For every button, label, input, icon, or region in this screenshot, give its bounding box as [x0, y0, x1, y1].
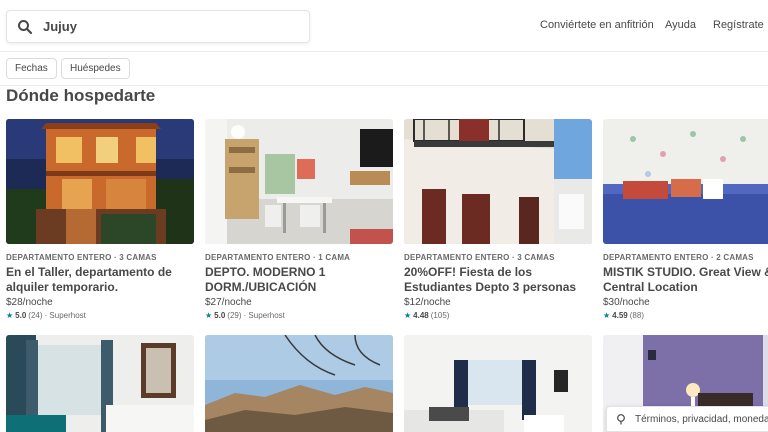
search-icon	[17, 19, 33, 35]
star-icon: ★	[205, 311, 213, 320]
nav-help[interactable]: Ayuda	[665, 19, 696, 31]
listing-card[interactable]: DEPARTAMENTO ENTERO · 3 CAMAS 20%OFF! Fi…	[404, 119, 592, 320]
listing-photo[interactable]	[6, 335, 194, 432]
nav-register[interactable]: Regístrate	[713, 19, 764, 31]
listing-title[interactable]: DEPTO. MODERNO 1 DORM./UBICACIÓN FANTÁST…	[205, 265, 393, 295]
search-input[interactable]: Jujuy	[43, 19, 77, 34]
listing-price: $27/noche	[205, 297, 252, 308]
listing-card[interactable]	[6, 335, 194, 432]
listing-card[interactable]: DEPARTAMENTO ENTERO · 1 CAMA DEPTO. MODE…	[205, 119, 393, 320]
listing-photo[interactable]	[205, 119, 393, 244]
star-icon: ★	[603, 311, 611, 320]
listing-photo[interactable]	[603, 119, 768, 244]
listing-photo[interactable]	[404, 335, 592, 432]
listing-rating: ★ 4.59 (88)	[603, 311, 768, 320]
rating-value: 5.0	[15, 311, 27, 320]
listing-title[interactable]: En el Taller, departamento de alquiler t…	[6, 265, 194, 295]
listing-price: $28/noche	[6, 297, 53, 308]
listing-rating: ★ 5.0 (29) · Superhost	[205, 311, 393, 320]
review-count: (88)	[629, 311, 644, 320]
listing-card[interactable]: DEPARTAMENTO ENTERO · 3 CAMAS En el Tall…	[6, 119, 194, 320]
nav-become-host[interactable]: Conviértete en anfitrión	[540, 19, 654, 31]
review-count: (105)	[430, 311, 450, 320]
listing-price: $30/noche	[603, 297, 650, 308]
review-count: (29)	[227, 311, 242, 320]
section-title: Dónde hospedarte	[6, 86, 156, 105]
listing-type: DEPARTAMENTO ENTERO · 3 CAMAS	[404, 253, 555, 262]
footer-terms-button[interactable]: Términos, privacidad, moneda y más	[606, 406, 768, 432]
globe-icon	[615, 413, 627, 425]
rating-value: 4.59	[612, 311, 628, 320]
review-count: (24)	[28, 311, 43, 320]
star-icon: ★	[404, 311, 412, 320]
listing-title[interactable]: 20%OFF! Fiesta de los Estudiantes Depto …	[404, 265, 592, 295]
superhost-badge: · Superhost	[243, 311, 285, 320]
header: Jujuy Conviértete en anfitrión Ayuda Reg…	[0, 0, 768, 52]
listing-title[interactable]: MISTIK STUDIO. Great View & Central Loca…	[603, 265, 768, 295]
filter-bar: Fechas Huéspedes	[0, 52, 768, 86]
listing-rating: ★ 5.0 (24) · Superhost	[6, 311, 194, 320]
search-bar[interactable]: Jujuy	[6, 10, 310, 43]
listing-photo[interactable]	[205, 335, 393, 432]
guests-filter-button[interactable]: Huéspedes	[61, 58, 130, 79]
listing-type: DEPARTAMENTO ENTERO · 2 CAMAS	[603, 253, 754, 262]
listing-rating: ★ 4.48 (105)	[404, 311, 592, 320]
listing-type: DEPARTAMENTO ENTERO · 1 CAMA	[205, 253, 351, 262]
listing-type: DEPARTAMENTO ENTERO · 3 CAMAS	[6, 253, 157, 262]
page: Jujuy Conviértete en anfitrión Ayuda Reg…	[0, 0, 768, 432]
dates-filter-button[interactable]: Fechas	[6, 58, 57, 79]
listing-photo[interactable]	[404, 119, 592, 244]
listing-photo[interactable]	[6, 119, 194, 244]
listing-price: $12/noche	[404, 297, 451, 308]
listing-card[interactable]: DEPARTAMENTO ENTERO · 2 CAMAS MISTIK STU…	[603, 119, 768, 320]
star-icon: ★	[6, 311, 14, 320]
superhost-badge: · Superhost	[44, 311, 86, 320]
listing-card[interactable]	[404, 335, 592, 432]
footer-terms-label: Términos, privacidad, moneda y más	[635, 413, 768, 425]
listing-card[interactable]	[205, 335, 393, 432]
rating-value: 5.0	[214, 311, 226, 320]
rating-value: 4.48	[413, 311, 429, 320]
